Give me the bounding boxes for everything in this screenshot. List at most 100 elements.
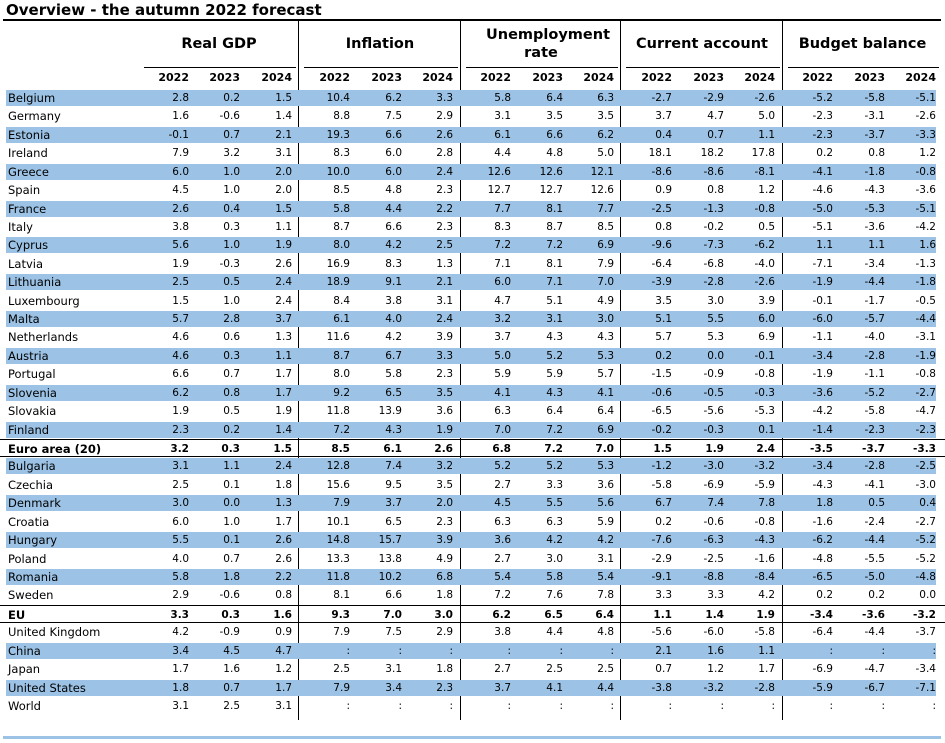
value-cell: 14.8	[326, 534, 350, 547]
value-cell: 0.4	[223, 202, 240, 215]
country-name: EU	[8, 607, 26, 622]
value-cell: 1.2	[275, 663, 292, 676]
value-cell: 7.2	[544, 443, 563, 456]
country-name: Malta	[8, 312, 40, 327]
value-cell: :	[829, 644, 833, 657]
value-cell: -4.2	[812, 405, 834, 418]
value-cell: -1.1	[812, 331, 834, 344]
value-cell: -6.2	[754, 239, 776, 252]
value-cell: 1.9	[172, 257, 189, 270]
value-cell: -4.2	[915, 220, 937, 233]
year-header: 2023	[532, 71, 563, 84]
value-cell: 3.7	[655, 110, 672, 123]
year-header: 2022	[480, 71, 511, 84]
value-cell: -4.4	[864, 276, 886, 289]
value-cell: 18.9	[326, 276, 350, 289]
country-name: United Kingdom	[8, 625, 101, 640]
value-cell: -8.6	[703, 165, 725, 178]
value-cell: 11.8	[326, 405, 350, 418]
value-cell: 1.5	[273, 443, 292, 456]
value-cell: 0.2	[868, 589, 885, 602]
value-cell: -2.9	[651, 552, 673, 565]
value-cell: 9.5	[385, 478, 402, 491]
value-cell: 6.9	[597, 423, 614, 436]
value-cell: -6.0	[703, 626, 725, 639]
value-cell: -0.6	[703, 515, 725, 528]
value-cell: 3.1	[172, 699, 189, 712]
value-cell: -2.3	[812, 128, 834, 141]
table-row: Luxembourg 1.5 1.0 2.4 8.4 3.8 3.1 4.7 5.1 4.9 3.5…	[0, 292, 945, 310]
value-cell: 6.0	[385, 165, 402, 178]
value-cell: 10.0	[326, 165, 350, 178]
value-cell: 6.5	[385, 386, 402, 399]
value-cell: 7.0	[383, 608, 402, 621]
value-cell: :	[449, 644, 453, 657]
table-row: Romania 5.8 1.8 2.2 11.8 10.2 6.8 5.4 5.8 5.4 -9.1…	[0, 568, 945, 586]
value-cell: -4.4	[864, 534, 886, 547]
table-row: Portugal 6.6 0.7 1.7 8.0 5.8 2.3 5.9 5.9 5.7 -1.5 -…	[0, 365, 945, 383]
value-cell: 4.9	[436, 552, 453, 565]
value-cell: 3.7	[275, 313, 292, 326]
value-cell: 0.5	[758, 220, 775, 233]
year-header: 2022	[802, 71, 833, 84]
value-cell: 4.3	[546, 331, 563, 344]
value-cell: 3.3	[655, 589, 672, 602]
value-cell: -4.0	[864, 331, 886, 344]
value-cell: -6.7	[864, 681, 886, 694]
bottom-rule	[3, 736, 941, 739]
value-cell: 7.2	[494, 589, 511, 602]
value-cell: 2.5	[436, 239, 453, 252]
value-cell: -1.9	[812, 276, 834, 289]
value-cell: 0.2	[655, 349, 672, 362]
value-cell: -0.9	[703, 368, 725, 381]
value-cell: 0.4	[655, 128, 672, 141]
value-cell: -6.9	[812, 663, 834, 676]
value-cell: 6.3	[494, 515, 511, 528]
value-cell: 8.0	[333, 368, 350, 381]
value-cell: -0.8	[915, 368, 937, 381]
value-cell: -0.6	[219, 589, 241, 602]
country-name: Belgium	[8, 91, 56, 105]
value-cell: 5.6	[597, 497, 614, 510]
value-cell: 4.4	[597, 681, 614, 694]
country-name: Bulgaria	[8, 459, 56, 474]
country-name: Czechia	[8, 477, 53, 492]
value-cell: 8.3	[333, 147, 350, 160]
value-cell: 0.7	[707, 128, 724, 141]
value-cell: 7.0	[597, 276, 614, 289]
value-cell: 3.9	[758, 294, 775, 307]
value-cell: -6.2	[812, 534, 834, 547]
value-cell: 7.9	[172, 147, 189, 160]
value-cell: 3.0	[434, 608, 453, 621]
value-cell: 12.8	[326, 460, 350, 473]
value-cell: -2.3	[915, 423, 937, 436]
value-cell: 0.3	[223, 220, 240, 233]
value-cell: 3.0	[172, 497, 189, 510]
value-cell: 6.2	[172, 386, 189, 399]
value-cell: -0.8	[754, 202, 776, 215]
value-cell: 1.1	[275, 349, 292, 362]
value-cell: -0.6	[219, 110, 241, 123]
value-cell: 8.1	[546, 202, 563, 215]
value-cell: -0.8	[754, 515, 776, 528]
value-cell: 7.8	[758, 497, 775, 510]
value-cell: 4.2	[385, 239, 402, 252]
value-cell: -5.2	[864, 386, 886, 399]
value-cell: -3.1	[915, 331, 937, 344]
value-cell: 6.2	[492, 608, 511, 621]
value-cell: 2.2	[275, 570, 292, 583]
value-cell: 6.3	[597, 92, 614, 104]
value-cell: 2.5	[333, 663, 350, 676]
year-header: 2022	[158, 71, 189, 84]
forecast-table-body: Belgium 2.8 0.2 1.5 10.4 6.2 3.3 5.8 6.4 6.3 -2.7 -…	[0, 89, 945, 715]
value-cell: 1.7	[758, 663, 775, 676]
value-cell: -2.4	[864, 515, 886, 528]
value-cell: 5.2	[546, 349, 563, 362]
value-cell: -2.7	[651, 92, 673, 104]
value-cell: -1.3	[703, 202, 725, 215]
value-cell: -3.2	[913, 608, 936, 621]
value-cell: 7.9	[597, 257, 614, 270]
value-cell: -3.0	[915, 478, 937, 491]
value-cell: 12.6	[539, 165, 563, 178]
value-cell: 1.9	[275, 239, 292, 252]
